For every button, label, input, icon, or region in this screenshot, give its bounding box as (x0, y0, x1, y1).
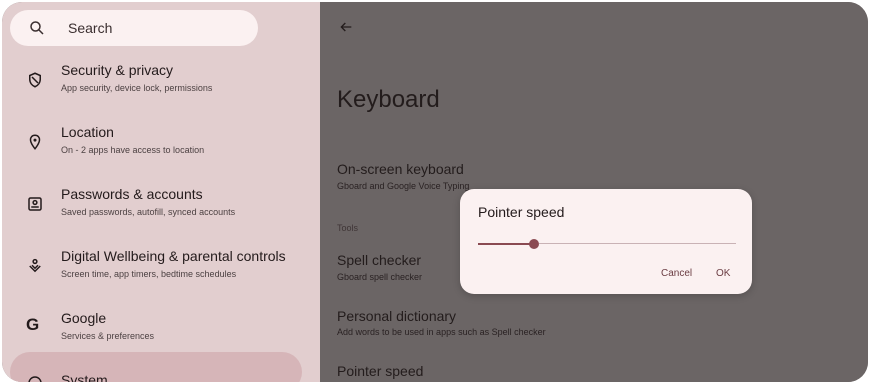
setting-title: Pointer speed (337, 363, 424, 379)
sidebar-item-digital-wellbeing[interactable]: Digital Wellbeing & parental controls Sc… (2, 248, 320, 304)
sidebar-item-security-privacy[interactable]: Security & privacy App security, device … (2, 62, 320, 118)
info-icon (28, 376, 42, 382)
settings-sidebar: Search Security & privacy App security, … (2, 2, 320, 382)
sidebar-item-passwords-accounts[interactable]: Passwords & accounts Saved passwords, au… (2, 186, 320, 242)
setting-subtitle: Add words to be used in apps such as Spe… (337, 327, 546, 337)
account-box-icon (28, 197, 42, 211)
google-icon: G (26, 315, 40, 334)
location-pin-icon (29, 134, 41, 150)
setting-title: Spell checker (337, 252, 422, 268)
sidebar-item-title: Digital Wellbeing & parental controls (61, 248, 286, 264)
shield-icon (29, 72, 41, 88)
dialog-title: Pointer speed (478, 204, 565, 220)
section-header-tools: Tools (337, 223, 359, 233)
sidebar-item-subtitle: Screen time, app timers, bedtime schedul… (61, 269, 237, 279)
back-arrow-icon[interactable] (338, 19, 354, 35)
sidebar-item-title: Google (61, 310, 107, 326)
setting-title: On-screen keyboard (337, 161, 464, 177)
setting-title: Personal dictionary (337, 308, 457, 324)
sidebar-item-title: Security & privacy (61, 62, 174, 78)
cancel-button[interactable]: Cancel (661, 268, 692, 279)
sidebar-item-location[interactable]: Location On - 2 apps have access to loca… (2, 124, 320, 180)
wellbeing-icon (29, 258, 41, 273)
pointer-speed-dialog: Pointer speed Cancel OK (460, 189, 752, 294)
sidebar-item-subtitle: On - 2 apps have access to location (61, 145, 205, 155)
search-bar[interactable]: Search (10, 10, 258, 46)
sidebar-item-title: Location (61, 124, 114, 140)
setting-subtitle: Gboard spell checker (337, 272, 423, 282)
sidebar-item-title: Passwords & accounts (61, 186, 203, 202)
sidebar-item-subtitle: App security, device lock, permissions (61, 83, 213, 93)
sidebar-item-subtitle: Services & preferences (61, 331, 155, 341)
sidebar-item-title: System (61, 372, 108, 382)
slider-inactive-track (539, 243, 736, 244)
sidebar-item-subtitle: Saved passwords, autofill, synced accoun… (61, 207, 236, 217)
settings-window: Search Security & privacy App security, … (2, 2, 868, 382)
search-placeholder: Search (68, 20, 113, 36)
setting-subtitle: Gboard and Google Voice Typing (337, 181, 470, 191)
page-title: Keyboard (337, 86, 440, 113)
slider-active-track (478, 243, 534, 245)
slider-thumb[interactable] (529, 239, 539, 249)
search-icon (30, 21, 44, 35)
sidebar-item-system[interactable]: System (10, 352, 302, 382)
ok-button[interactable]: OK (716, 268, 730, 279)
